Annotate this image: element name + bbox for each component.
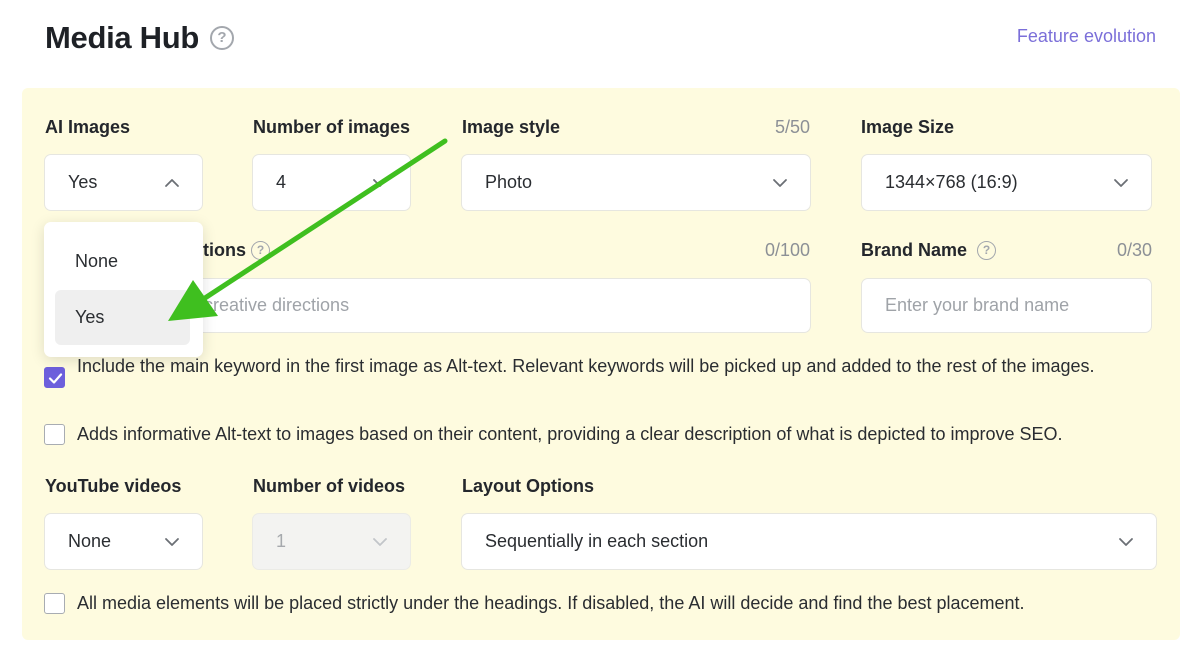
brand-name-counter: 0/30 <box>1116 240 1152 260</box>
image-style-select[interactable]: Photo <box>461 154 811 211</box>
chevron-up-icon <box>165 179 179 187</box>
ai-images-value: Yes <box>68 172 98 192</box>
page-title: Media Hub <box>45 20 200 55</box>
feature-evolution-link[interactable]: Feature evolution <box>1017 26 1156 47</box>
layout-options-label: Layout Options <box>462 476 594 496</box>
layout-options-select[interactable]: Sequentially in each section <box>461 513 1157 570</box>
question-circle-icon[interactable]: ? <box>977 241 996 260</box>
number-of-images-value: 4 <box>276 172 287 192</box>
placement-text: All media elements will be placed strict… <box>77 593 1025 613</box>
alt-informative-text: Adds informative Alt-text to images base… <box>77 424 1063 444</box>
image-size-label: Image Size <box>861 117 955 137</box>
number-of-videos-label: Number of videos <box>253 476 406 496</box>
ai-images-dropdown-menu: None Yes <box>44 222 203 357</box>
creative-directions-counter: 0/100 <box>764 240 810 260</box>
youtube-videos-select[interactable]: None <box>44 513 203 570</box>
image-style-value: Photo <box>485 172 533 192</box>
chevron-down-icon <box>1114 179 1128 187</box>
youtube-videos-value: None <box>68 531 112 551</box>
ai-images-select[interactable]: Yes <box>44 154 203 211</box>
ai-images-label: AI Images <box>45 117 131 137</box>
number-of-images-label: Number of images <box>253 117 411 137</box>
placement-checkbox[interactable] <box>44 593 65 614</box>
alt-informative-checkbox[interactable] <box>44 424 65 445</box>
creative-directions-label: tions <box>203 240 246 260</box>
question-circle-icon[interactable]: ? <box>210 26 234 50</box>
chevron-down-icon <box>1119 538 1133 546</box>
chevron-down-icon <box>165 538 179 546</box>
layout-options-value: Sequentially in each section <box>485 531 709 551</box>
brand-name-label: Brand Name <box>861 240 968 260</box>
dropdown-option-none[interactable]: None <box>55 234 190 289</box>
chevron-down-icon <box>373 179 387 187</box>
chevron-down-icon <box>773 179 787 187</box>
number-of-videos-select: 1 <box>252 513 411 570</box>
image-style-label: Image style <box>462 117 561 137</box>
image-style-counter: 5/50 <box>774 117 810 137</box>
number-of-videos-value: 1 <box>276 531 287 551</box>
number-of-images-select[interactable]: 4 <box>252 154 411 211</box>
image-size-value: 1344×768 (16:9) <box>885 172 1018 192</box>
alt-keyword-checkbox[interactable] <box>44 367 65 388</box>
checkmark-icon <box>48 373 63 384</box>
page-header: Media Hub ? Feature evolution <box>45 18 1156 58</box>
image-size-select[interactable]: 1344×768 (16:9) <box>861 154 1152 211</box>
question-circle-icon[interactable]: ? <box>251 241 270 260</box>
dropdown-option-yes[interactable]: Yes <box>55 290 190 345</box>
youtube-videos-label: YouTube videos <box>45 476 182 496</box>
alt-keyword-text: Include the main keyword in the first im… <box>77 356 1095 376</box>
chevron-down-icon <box>373 538 387 546</box>
brand-name-input[interactable] <box>861 278 1152 333</box>
